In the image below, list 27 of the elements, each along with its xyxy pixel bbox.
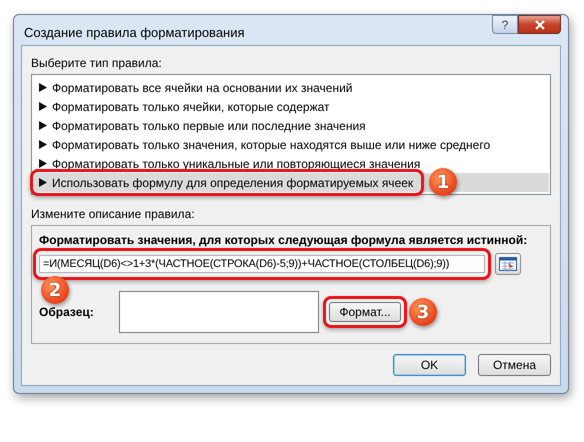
format-button[interactable]: Формат... xyxy=(329,302,401,322)
triangle-bullet-icon xyxy=(39,178,47,187)
range-select-button[interactable] xyxy=(495,253,521,275)
triangle-bullet-icon xyxy=(39,102,47,111)
help-button[interactable]: ? xyxy=(492,15,518,34)
description-label: Измените описание правила: xyxy=(31,207,196,221)
window-title: Создание правила форматирования xyxy=(23,24,245,40)
rule-type-item[interactable]: Форматировать все ячейки на основании их значений xyxy=(33,78,549,97)
sample-label: Образец: xyxy=(39,305,95,319)
triangle-bullet-icon xyxy=(39,159,47,168)
rule-type-item[interactable]: Форматировать только первые или последние значения xyxy=(33,116,549,135)
formula-input-field[interactable]: =И(МЕСЯЦ(D6)<>1+3*(ЧАСТНОЕ(СТРОКА(D6)-5;9))+ЧАСТНОЕ(СТОЛБЕЦ(D6);9)) xyxy=(39,255,485,273)
formula-label: Форматировать значения, для которых следующая формула является истинной: xyxy=(39,233,528,247)
rule-type-label: Выберите тип правила: xyxy=(31,56,163,70)
close-button[interactable] xyxy=(518,15,561,34)
triangle-bullet-icon xyxy=(39,83,47,92)
callout-number-badge: 2 xyxy=(41,276,69,304)
ok-button[interactable]: OK xyxy=(393,354,466,376)
callout-number-badge: 1 xyxy=(429,168,457,196)
triangle-bullet-icon xyxy=(39,121,47,130)
rule-type-item[interactable]: Форматировать только ячейки, которые содержат xyxy=(33,97,549,116)
callout-number-badge: 3 xyxy=(409,298,437,326)
range-select-icon xyxy=(499,257,517,271)
close-icon xyxy=(534,20,546,30)
rule-type-item[interactable]: Форматировать только значения, которые находятся выше или ниже среднего xyxy=(33,135,549,154)
cancel-button[interactable]: Отмена xyxy=(478,354,551,376)
triangle-bullet-icon xyxy=(39,140,47,149)
